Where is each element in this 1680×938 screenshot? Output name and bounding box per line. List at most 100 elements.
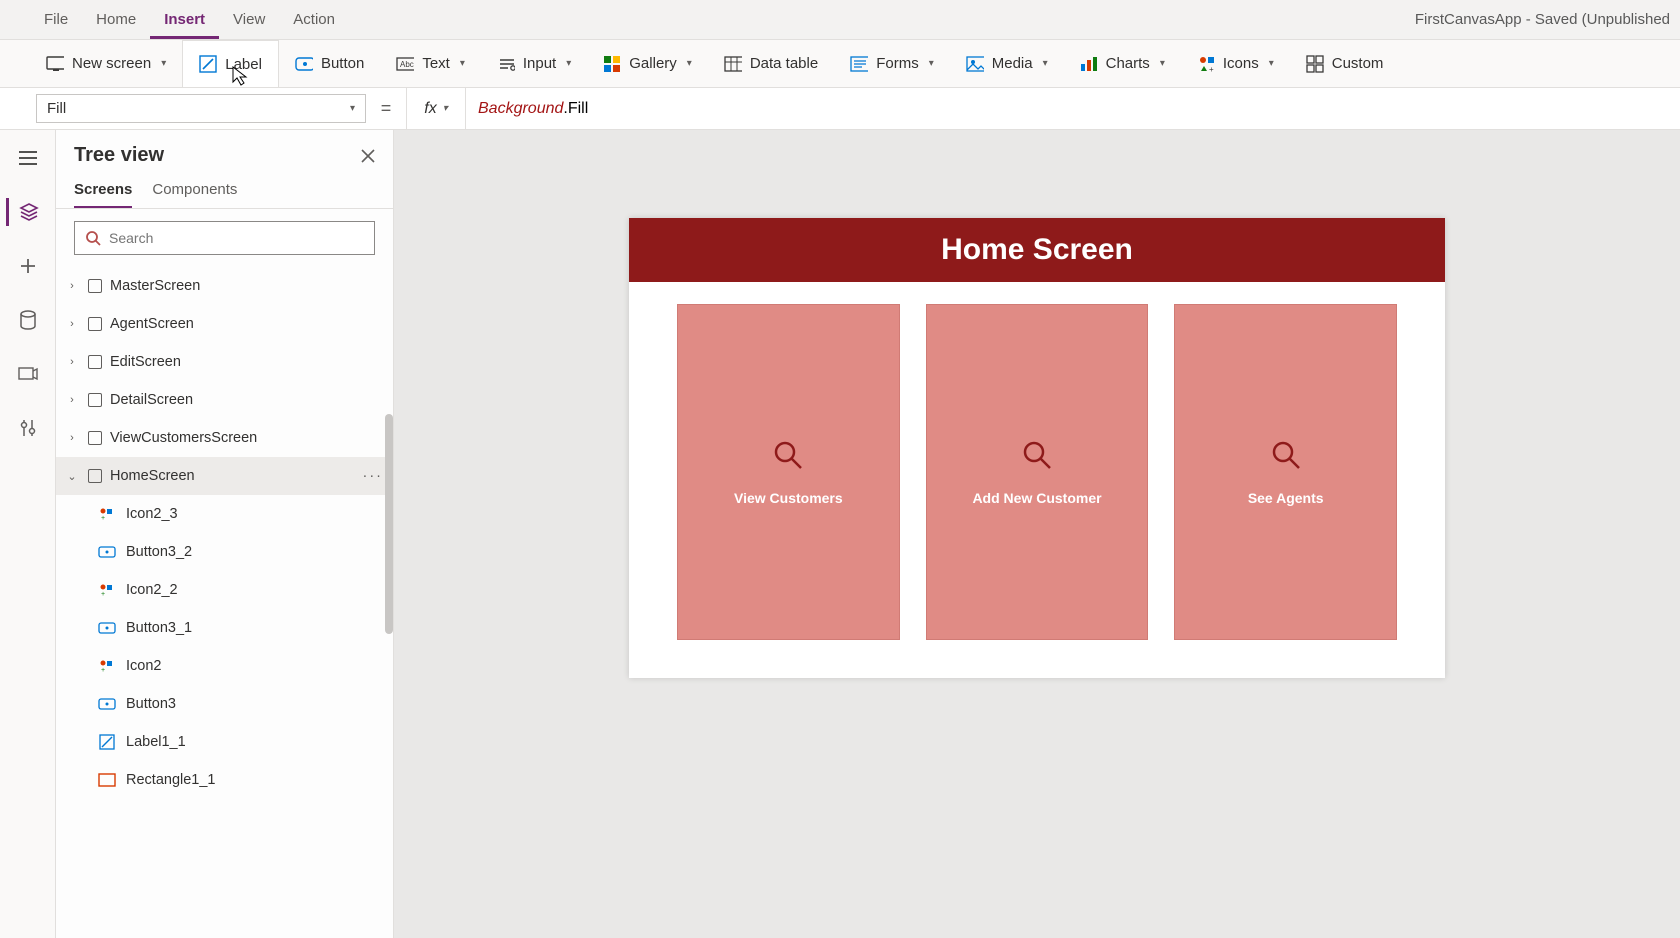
screen-icon <box>88 317 102 331</box>
close-panel-button[interactable] <box>361 149 375 163</box>
chevron-right-icon: › <box>64 356 80 368</box>
fx-button[interactable]: fx▾ <box>406 88 466 129</box>
button-label: Button <box>321 55 364 72</box>
tree-child-icon2_3[interactable]: +Icon2_3 <box>56 495 393 533</box>
left-rail <box>0 130 56 938</box>
menu-view[interactable]: View <box>219 0 279 39</box>
advanced-button[interactable] <box>8 414 48 442</box>
menu-insert[interactable]: Insert <box>150 0 219 39</box>
forms-label: Forms <box>876 55 919 72</box>
tab-screens[interactable]: Screens <box>74 181 132 208</box>
data-table-button[interactable]: Data table <box>708 40 834 87</box>
tree-node-masterscreen[interactable]: ›MasterScreen <box>56 267 393 305</box>
menu-home[interactable]: Home <box>82 0 150 39</box>
search-icon <box>1269 438 1303 472</box>
tree-node-agentscreen[interactable]: ›AgentScreen <box>56 305 393 343</box>
input-button[interactable]: Input ▾ <box>481 40 587 87</box>
button-node-icon <box>98 544 116 560</box>
button-node-icon <box>98 620 116 636</box>
tree-label: Icon2 <box>126 658 161 674</box>
search-icon <box>85 230 101 246</box>
tree-node-detailscreen[interactable]: ›DetailScreen <box>56 381 393 419</box>
screen-icon <box>88 393 102 407</box>
tree-child-button3_1[interactable]: Button3_1 <box>56 609 393 647</box>
forms-button[interactable]: Forms ▾ <box>834 40 950 87</box>
gallery-label: Gallery <box>629 55 677 72</box>
rect-node-icon <box>98 772 116 788</box>
data-table-icon <box>724 55 742 73</box>
tree-label: Button3_2 <box>126 544 192 560</box>
hamburger-button[interactable] <box>8 144 48 172</box>
app-canvas[interactable]: Home Screen View Customers Add New Custo… <box>629 218 1445 678</box>
svg-text:+: + <box>1209 65 1214 73</box>
media-rail-button[interactable] <box>8 360 48 388</box>
search-input[interactable] <box>109 230 364 246</box>
chevron-right-icon: › <box>64 280 80 292</box>
tree-label: EditScreen <box>110 354 181 370</box>
icons-button[interactable]: + Icons ▾ <box>1181 40 1290 87</box>
sliders-icon <box>19 418 37 438</box>
screen-icon <box>88 279 102 293</box>
chevron-right-icon: › <box>64 318 80 330</box>
card-label: See Agents <box>1248 490 1324 506</box>
data-table-label: Data table <box>750 55 818 72</box>
forms-icon <box>850 55 868 73</box>
panel-title: Tree view <box>74 144 164 167</box>
equals-label: = <box>366 88 406 129</box>
card-label: Add New Customer <box>972 490 1101 506</box>
tree-label: Rectangle1_1 <box>126 772 216 788</box>
more-button[interactable]: ··· <box>363 468 384 484</box>
tree-node-viewcustomersscreen[interactable]: ›ViewCustomersScreen <box>56 419 393 457</box>
gallery-button[interactable]: Gallery ▾ <box>587 40 708 87</box>
canvas-header[interactable]: Home Screen <box>629 218 1445 282</box>
gallery-icon <box>603 55 621 73</box>
custom-button[interactable]: Custom <box>1290 40 1400 87</box>
icon-node-icon: + <box>98 658 116 674</box>
chevron-down-icon: ▾ <box>443 103 448 114</box>
screen-icon <box>46 55 64 73</box>
card-view-customers[interactable]: View Customers <box>677 304 900 640</box>
tree-child-label1_1[interactable]: Label1_1 <box>56 723 393 761</box>
data-button[interactable] <box>8 306 48 334</box>
tree-child-icon2_2[interactable]: +Icon2_2 <box>56 571 393 609</box>
media-button[interactable]: Media ▾ <box>950 40 1064 87</box>
menu-action[interactable]: Action <box>279 0 349 39</box>
label-icon <box>199 55 217 73</box>
tree-child-rectangle1_1[interactable]: Rectangle1_1 <box>56 761 393 799</box>
chevron-down-icon: ▾ <box>350 103 355 114</box>
scrollbar-thumb[interactable] <box>385 414 393 634</box>
button-button[interactable]: Button <box>279 40 380 87</box>
canvas-area[interactable]: Home Screen View Customers Add New Custo… <box>394 130 1680 938</box>
media-rail-icon <box>18 365 38 383</box>
text-button[interactable]: Abc Text ▾ <box>380 40 481 87</box>
tree-child-button3_2[interactable]: Button3_2 <box>56 533 393 571</box>
app-title: FirstCanvasApp - Saved (Unpublished <box>1415 11 1680 28</box>
menu-file[interactable]: File <box>30 0 82 39</box>
card-see-agents[interactable]: See Agents <box>1174 304 1397 640</box>
chevron-right-icon: › <box>64 432 80 444</box>
screen-icon <box>88 431 102 445</box>
screen-icon <box>88 355 102 369</box>
tree-node-editscreen[interactable]: › EditScreen <box>56 343 393 381</box>
chevron-down-icon: ▾ <box>1043 58 1048 69</box>
svg-text:+: + <box>101 667 105 673</box>
tree-child-button3[interactable]: Button3 <box>56 685 393 723</box>
custom-icon <box>1306 55 1324 73</box>
canvas-header-text: Home Screen <box>941 233 1133 267</box>
formula-input[interactable]: Background.Fill <box>466 88 1680 129</box>
new-screen-label: New screen <box>72 55 151 72</box>
tree-node-homescreen[interactable]: ⌄HomeScreen··· <box>56 457 393 495</box>
button-icon <box>295 55 313 73</box>
tree-child-icon2[interactable]: + Icon2 <box>56 647 393 685</box>
chevron-down-icon: ▾ <box>1269 58 1274 69</box>
charts-button[interactable]: Charts ▾ <box>1064 40 1181 87</box>
insert-button[interactable] <box>8 252 48 280</box>
property-selector[interactable]: Fill ▾ <box>36 94 366 123</box>
card-add-customer[interactable]: Add New Customer <box>926 304 1149 640</box>
tree-view-button[interactable] <box>6 198 46 226</box>
text-label: Text <box>422 55 450 72</box>
search-box[interactable] <box>74 221 375 255</box>
new-screen-button[interactable]: New screen ▾ <box>30 40 182 87</box>
label-button[interactable]: Label <box>182 40 279 87</box>
tab-components[interactable]: Components <box>152 181 237 208</box>
